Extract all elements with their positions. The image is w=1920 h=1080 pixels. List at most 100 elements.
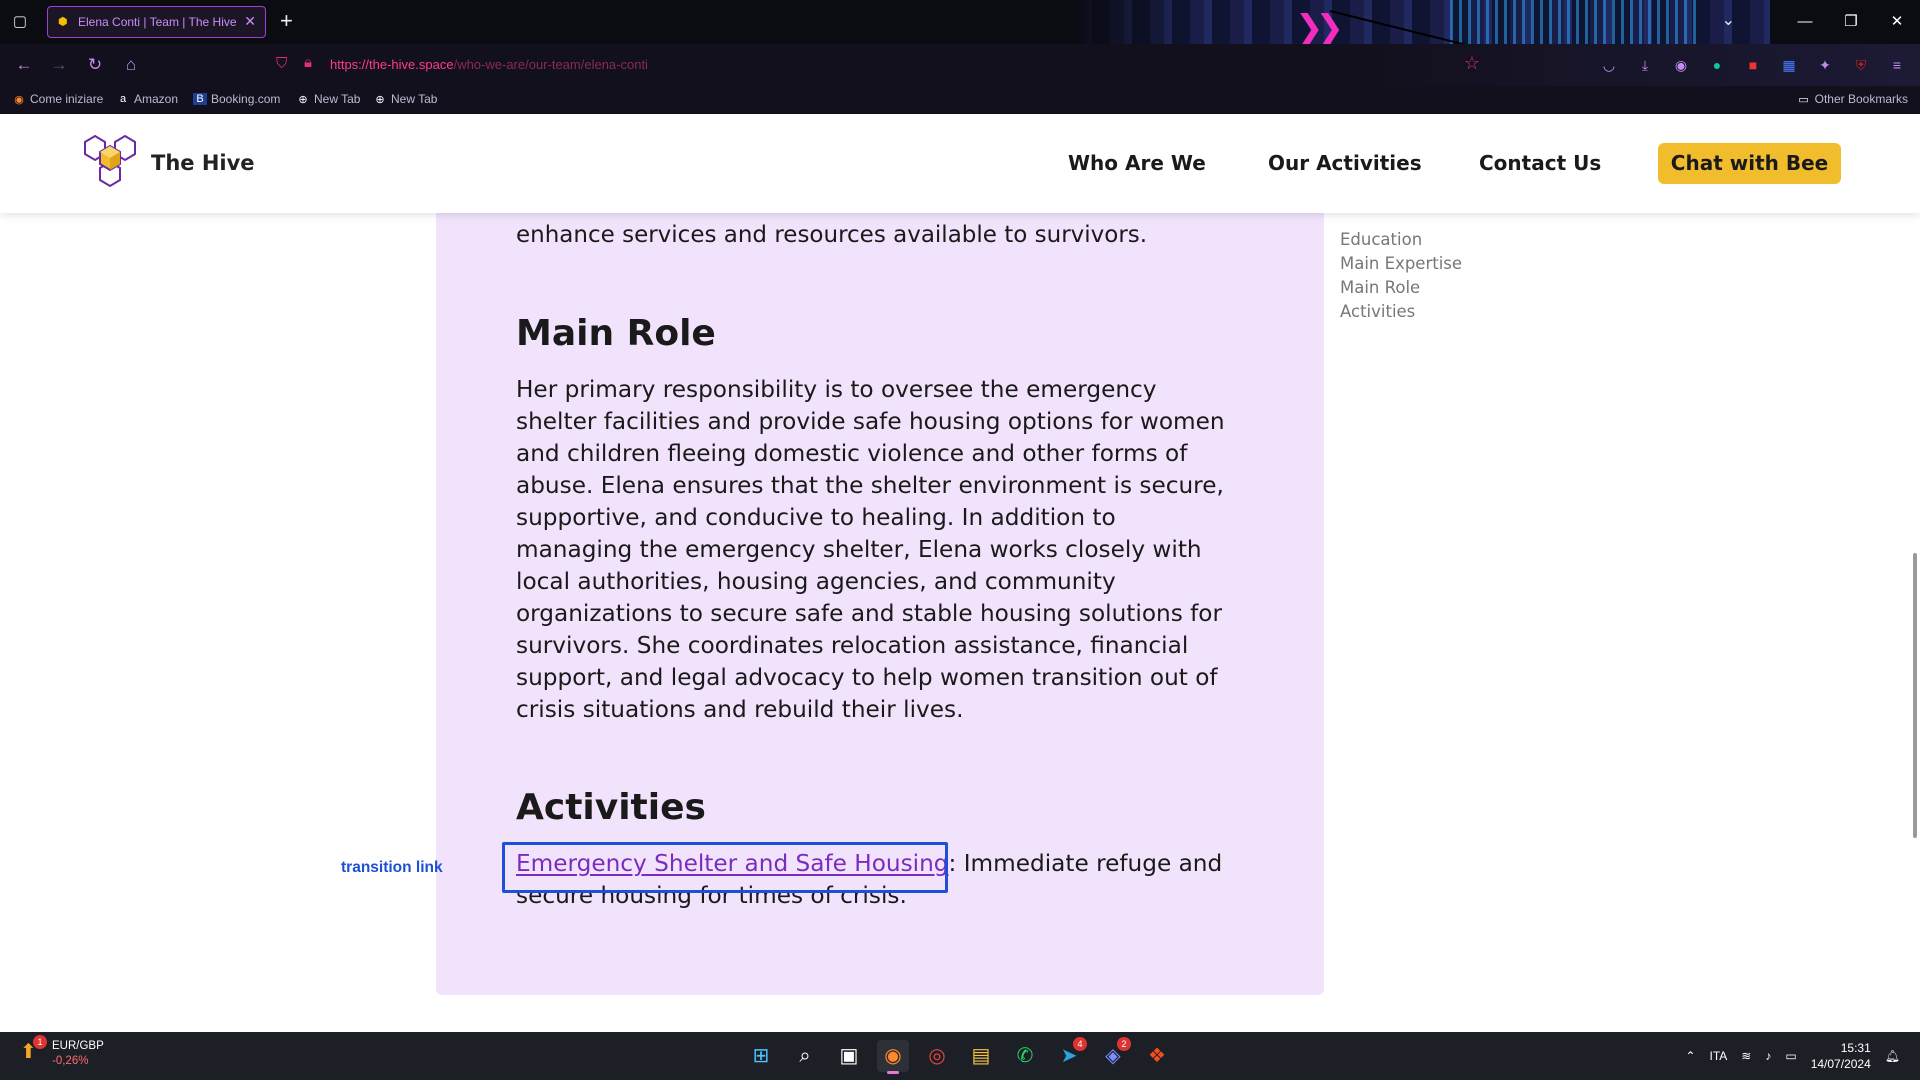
tab-title: Elena Conti | Team | The Hive xyxy=(78,15,237,29)
telegram-icon[interactable]: ➤ 4 xyxy=(1053,1037,1087,1072)
downloads-icon[interactable]: ⤓ xyxy=(1634,55,1656,75)
close-window-icon[interactable]: ✕ xyxy=(1874,0,1920,44)
bookmark-label: New Tab xyxy=(314,92,361,106)
toc-item-activities[interactable]: Activities xyxy=(1340,300,1462,324)
stock-widget[interactable]: ⬆ 1 EUR/GBP -0,26% xyxy=(20,1035,104,1067)
bookmark-label: Booking.com xyxy=(211,92,281,106)
grammarly-extension-icon[interactable]: ● xyxy=(1706,55,1728,75)
tab-overflow-chevron-icon[interactable]: ⌄ xyxy=(1722,10,1735,30)
bookmark-star-icon[interactable]: ☆ xyxy=(1464,53,1480,74)
url-text[interactable]: https://the-hive.space/who-we-are/our-te… xyxy=(330,57,648,72)
chrome-icon[interactable]: ◎ xyxy=(921,1040,953,1072)
hive-logo-icon[interactable] xyxy=(80,134,140,194)
bookmark-item[interactable]: a Amazon xyxy=(116,92,178,106)
bookmark-item[interactable]: ◉ Come iniziare xyxy=(12,92,103,106)
input-language[interactable]: ITA xyxy=(1710,1049,1728,1063)
menu-hamburger-icon[interactable]: ≡ xyxy=(1886,55,1908,75)
hive-favicon-icon: ⬢ xyxy=(58,16,68,28)
file-explorer-icon[interactable]: ▤ xyxy=(965,1040,997,1072)
folder-icon: ▭ xyxy=(1798,93,1809,106)
firefox-icon: ◉ xyxy=(14,93,24,106)
clock-time: 15:31 xyxy=(1840,1041,1871,1055)
windows-taskbar: ⬆ 1 EUR/GBP -0,26% ⊞ ⌕ ▣ ◉ ◎ ▤ ✆ ➤ 4 ◈ 2 ❖ … xyxy=(0,1032,1920,1080)
tab-close-icon[interactable]: ✕ xyxy=(244,13,256,30)
pocket-icon[interactable]: ◡ xyxy=(1598,55,1620,75)
transition-link-annotation: transition link xyxy=(341,859,443,876)
stock-trend-icon: ⬆ 1 xyxy=(20,1035,47,1064)
browser-theme-artwork: ❯❯ xyxy=(1070,0,1770,44)
system-tray: ⌃ ITA ≋ ♪ ▭ 15:31 14/07/2024 🔔︎ xyxy=(1685,1032,1900,1080)
url-path: /who-we-are/our-team/elena-conti xyxy=(453,57,648,72)
toc-item-main-role[interactable]: Main Role xyxy=(1340,276,1462,300)
minimize-icon[interactable]: — xyxy=(1782,0,1828,44)
start-icon[interactable]: ⊞ xyxy=(745,1040,777,1072)
bookmark-item[interactable]: ⊕ New Tab xyxy=(296,92,360,106)
stock-pair: EUR/GBP xyxy=(52,1040,104,1052)
translate-extension-icon[interactable]: ▦ xyxy=(1778,55,1800,75)
browser-tab-bar: ❯❯ ▢ ⬢ Elena Conti | Team | The Hive ✕ +… xyxy=(0,0,1920,44)
home-icon[interactable]: ⌂ xyxy=(119,53,143,77)
notifications-bell-icon[interactable]: 🔔︎ xyxy=(1885,1049,1900,1063)
discord-badge: 2 xyxy=(1117,1037,1131,1051)
new-tab-icon[interactable]: + xyxy=(280,9,293,33)
tracking-shield-icon[interactable]: ⛉ xyxy=(276,55,287,72)
address-bar[interactable]: ⛉ 🔒︎ https://the-hive.space/who-we-are/o… xyxy=(270,48,1480,82)
lock-icon[interactable]: 🔒︎ xyxy=(304,54,312,71)
battery-icon[interactable]: ▭ xyxy=(1785,1049,1796,1063)
whatsapp-icon[interactable]: ✆ xyxy=(1009,1040,1041,1072)
globe-icon: ⊕ xyxy=(375,93,385,106)
taskbar-apps: ⊞ ⌕ ▣ ◉ ◎ ▤ ✆ ➤ 4 ◈ 2 ❖ xyxy=(745,1037,1173,1074)
other-bookmarks[interactable]: ▭ Other Bookmarks xyxy=(1797,92,1908,106)
url-host: https://the-hive.space xyxy=(330,57,454,72)
brand-name[interactable]: The Hive xyxy=(151,151,255,175)
bookmark-item[interactable]: ⊕ New Tab xyxy=(373,92,437,106)
main-role-heading: Main Role xyxy=(516,313,716,354)
account-icon[interactable]: ◉ xyxy=(1670,55,1692,75)
nav-our-activities[interactable]: Our Activities xyxy=(1268,151,1422,175)
volume-icon[interactable]: ♪ xyxy=(1765,1049,1771,1063)
search-icon[interactable]: ⌕ xyxy=(789,1040,821,1072)
main-role-paragraph: Her primary responsibility is to oversee… xyxy=(516,376,1225,723)
stock-change: -0,26% xyxy=(52,1055,89,1067)
firefox-icon[interactable]: ◉ xyxy=(877,1040,909,1074)
bookmark-label: Amazon xyxy=(134,92,179,106)
chat-with-bee-button[interactable]: Chat with Bee xyxy=(1658,143,1841,184)
figma-icon[interactable]: ❖ xyxy=(1141,1040,1173,1072)
toc-item-education[interactable]: Education xyxy=(1340,228,1462,252)
ublock-extension-icon[interactable]: ⛨ xyxy=(1850,55,1872,75)
extensions-puzzle-icon[interactable]: ✦ xyxy=(1814,55,1836,75)
tab-list-icon[interactable]: ▢ xyxy=(10,12,30,32)
forward-arrow-icon[interactable]: → xyxy=(47,53,71,77)
previous-section-text: enhance services and resources available… xyxy=(516,222,1148,248)
booking-icon: B xyxy=(193,93,207,105)
theme-chevrons-decoration: ❯❯ xyxy=(1295,8,1344,44)
reload-icon[interactable]: ↻ xyxy=(83,53,107,77)
table-of-contents: Education Main Expertise Main Role Activ… xyxy=(1340,228,1462,324)
show-hidden-icons-chevron-icon[interactable]: ⌃ xyxy=(1685,1049,1695,1063)
page-scrollbar[interactable] xyxy=(1913,553,1917,838)
link-highlight-box xyxy=(502,842,948,893)
wifi-icon[interactable]: ≋ xyxy=(1741,1049,1751,1063)
discord-icon[interactable]: ◈ 2 xyxy=(1097,1037,1131,1072)
lastpass-extension-icon[interactable]: ■ xyxy=(1742,55,1764,75)
extension-icons: ◡ ⤓ ◉ ● ■ ▦ ✦ ⛨ ≡ xyxy=(1598,55,1908,75)
restore-icon[interactable]: ❐ xyxy=(1828,0,1874,44)
telegram-badge: 4 xyxy=(1073,1037,1087,1051)
nav-who-are-we[interactable]: Who Are We xyxy=(1068,151,1206,175)
bookmark-label: Come iniziare xyxy=(30,92,104,106)
bookmark-item[interactable]: B Booking.com xyxy=(193,92,280,106)
theme-city-decoration xyxy=(1450,0,1700,44)
amazon-icon: a xyxy=(119,93,127,105)
toc-item-main-expertise[interactable]: Main Expertise xyxy=(1340,252,1462,276)
nav-contact-us[interactable]: Contact Us xyxy=(1479,151,1601,175)
site-header: The Hive Who Are We Our Activities Conta… xyxy=(0,114,1920,213)
bookmarks-toolbar: ◉ Come iniziare a Amazon B Booking.com ⊕… xyxy=(0,86,1920,114)
globe-icon: ⊕ xyxy=(298,93,308,106)
stock-badge: 1 xyxy=(33,1035,47,1049)
clock[interactable]: 15:31 14/07/2024 xyxy=(1811,1040,1871,1072)
activities-heading: Activities xyxy=(516,787,706,828)
bookmark-label: New Tab xyxy=(391,92,438,106)
browser-tab-active[interactable]: ⬢ Elena Conti | Team | The Hive ✕ xyxy=(47,6,266,38)
back-arrow-icon[interactable]: ← xyxy=(12,53,36,77)
task-view-icon[interactable]: ▣ xyxy=(833,1040,865,1072)
